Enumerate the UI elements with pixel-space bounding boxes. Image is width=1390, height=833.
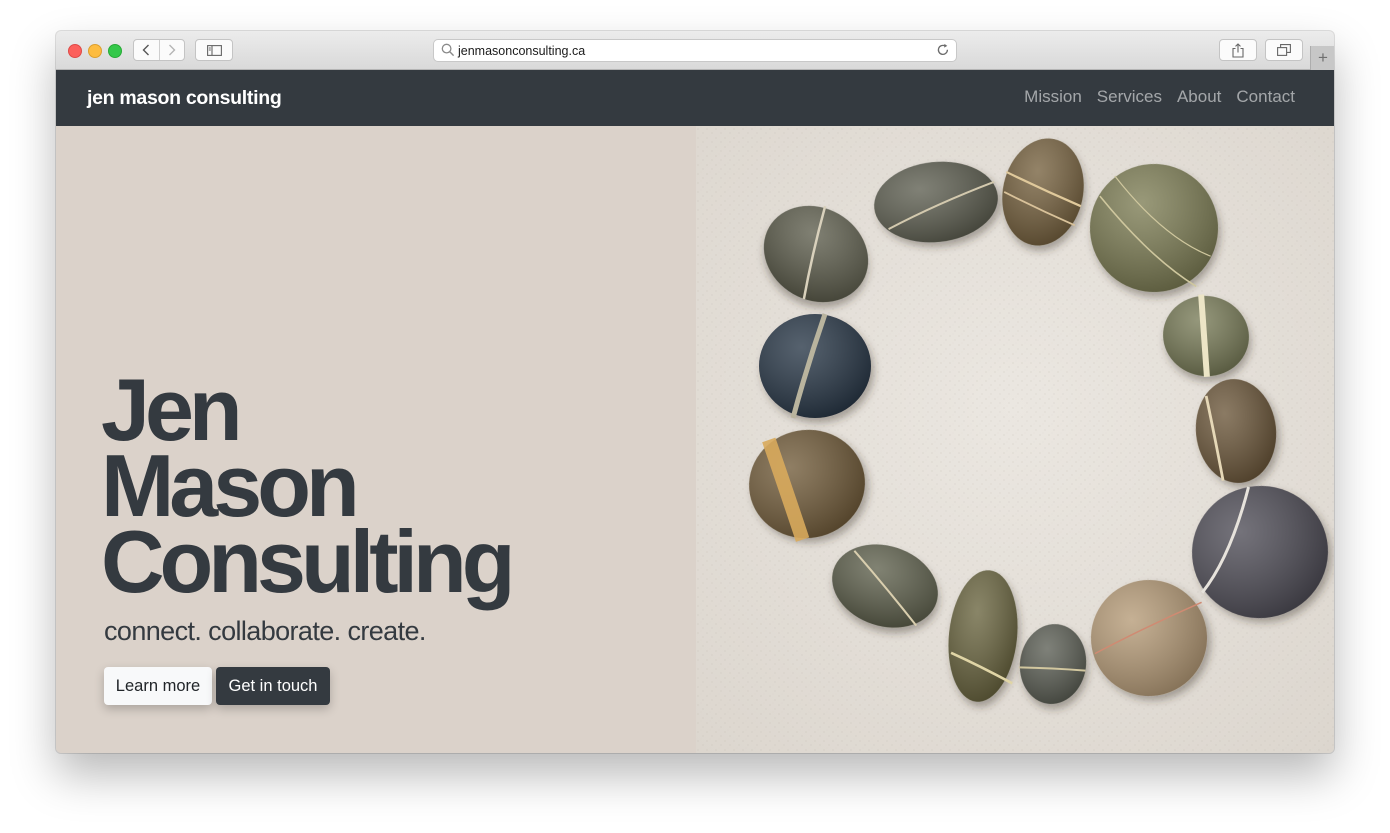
show-tabs-button[interactable]: [1265, 39, 1303, 61]
pebble-circle-illustration: [696, 126, 1334, 753]
reload-icon[interactable]: [936, 43, 950, 57]
hero-title: Jen Mason Consulting: [101, 366, 661, 611]
hero-tagline: connect. collaborate. create.: [104, 616, 426, 646]
browser-toolbar: jenmasonconsulting.ca +: [56, 31, 1334, 70]
hero-section: Jen Mason Consulting connect. collaborat…: [56, 126, 696, 753]
site-brand[interactable]: jen mason consulting: [87, 87, 282, 110]
site-navbar: jen mason consulting Mission Services Ab…: [56, 70, 1334, 126]
address-url: jenmasonconsulting.ca: [458, 44, 586, 58]
chevron-left-icon: [142, 44, 150, 56]
sidebar-icon: [206, 44, 222, 56]
new-tab-button[interactable]: +: [1310, 46, 1334, 70]
plus-icon: +: [1318, 48, 1328, 67]
minimize-window-button[interactable]: [88, 44, 102, 58]
close-window-button[interactable]: [68, 44, 82, 58]
browser-window: jenmasonconsulting.ca + jen mason consul…: [56, 31, 1334, 753]
sidebar-toggle-button[interactable]: [195, 39, 233, 61]
learn-more-button[interactable]: Learn more: [104, 667, 212, 705]
address-bar[interactable]: jenmasonconsulting.ca: [433, 39, 957, 62]
nav-link-services[interactable]: Services: [1097, 87, 1162, 107]
hero-pebbles-image: [696, 126, 1334, 753]
history-nav-group: [133, 39, 185, 61]
search-icon: [441, 43, 455, 57]
hero-title-line: Consulting: [101, 512, 515, 611]
nav-link-contact[interactable]: Contact: [1236, 87, 1295, 107]
back-button[interactable]: [134, 40, 159, 60]
forward-button[interactable]: [158, 40, 185, 60]
tabs-overview-icon: [1277, 44, 1291, 56]
share-button[interactable]: [1219, 39, 1257, 61]
nav-link-mission[interactable]: Mission: [1024, 87, 1082, 107]
get-in-touch-button[interactable]: Get in touch: [216, 667, 330, 705]
nav-link-about[interactable]: About: [1177, 87, 1221, 107]
pebble: [759, 313, 871, 419]
zoom-window-button[interactable]: [108, 44, 122, 58]
nav-links: Mission Services About Contact: [1009, 87, 1295, 107]
chevron-right-icon: [168, 44, 176, 56]
share-icon: [1232, 42, 1244, 58]
